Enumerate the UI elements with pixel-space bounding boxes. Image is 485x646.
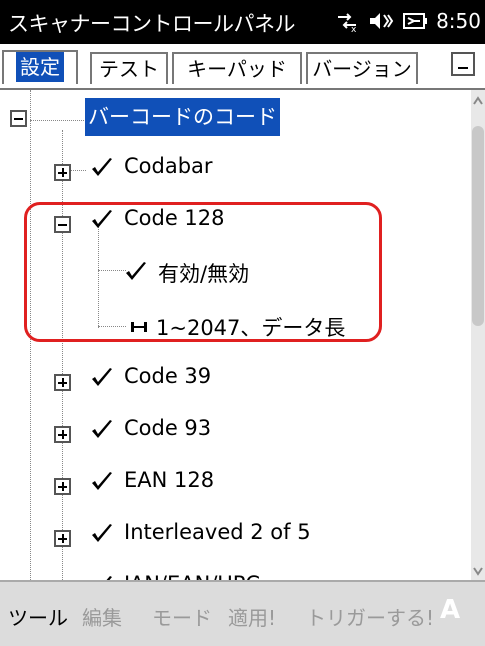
checkbox-checked-icon[interactable] xyxy=(90,522,114,546)
clock[interactable]: 8:50 xyxy=(436,9,481,33)
tree-line xyxy=(30,120,84,121)
tree-line xyxy=(98,326,126,327)
checkbox-checked-icon[interactable] xyxy=(124,260,148,284)
tab-test-label: テスト xyxy=(99,57,159,81)
checkbox-checked-icon[interactable] xyxy=(90,208,114,232)
keyboard-toggle-icon[interactable]: A xyxy=(440,595,460,625)
tree-line xyxy=(98,224,99,328)
tree-item-label: 1~2047、データ長 xyxy=(156,316,346,340)
range-icon xyxy=(131,322,147,332)
tree-item-label: Code 39 xyxy=(124,364,212,388)
menu-edit[interactable]: 編集 xyxy=(82,602,122,631)
expand-toggle[interactable] xyxy=(54,530,71,547)
menu-apply[interactable]: 適用! xyxy=(228,602,276,631)
tab-version[interactable]: バージョン xyxy=(306,52,418,84)
tab-strip: 設定 テスト キーパッドへ バージョン xyxy=(0,44,485,111)
scroll-down-icon[interactable] xyxy=(471,560,485,580)
minimize-button[interactable] xyxy=(451,52,475,76)
scroll-up-icon[interactable] xyxy=(471,90,485,112)
checkbox-checked-icon[interactable] xyxy=(90,366,114,390)
vertical-scrollbar[interactable] xyxy=(471,90,485,580)
tree-root-label[interactable]: バーコードのコード xyxy=(85,98,280,136)
connection-icon[interactable]: x xyxy=(334,8,360,34)
collapse-root-toggle[interactable] xyxy=(10,110,27,127)
tree-line xyxy=(30,90,31,580)
tree-view[interactable]: バーコードのコード Codabar Code 128 有効/無効 1~2047、… xyxy=(0,88,485,580)
tree-item-label: EAN 128 xyxy=(124,468,215,492)
menu-bar: ツール 編集 モード 適用! トリガーする! A xyxy=(0,580,485,646)
expand-toggle[interactable] xyxy=(54,426,71,443)
tree-item-label: Codabar xyxy=(124,154,213,178)
window-title: スキャナーコントロールパネル xyxy=(8,12,296,36)
tree-line xyxy=(62,130,63,580)
expand-toggle[interactable] xyxy=(54,164,71,181)
expand-toggle[interactable] xyxy=(54,374,71,391)
menu-tools[interactable]: ツール xyxy=(8,602,68,631)
checkbox-checked-icon[interactable] xyxy=(90,470,114,494)
expand-toggle[interactable] xyxy=(54,478,71,495)
tree-item-label: JAN/EAN/UPC xyxy=(124,572,260,580)
menu-trigger[interactable]: トリガーする! xyxy=(306,602,434,631)
title-bar: スキャナーコントロールパネル x 8:50 xyxy=(0,0,485,44)
status-area: x 8:50 xyxy=(334,8,481,34)
menu-mode[interactable]: モード xyxy=(152,602,212,631)
tree-item-label: 有効/無効 xyxy=(158,262,250,286)
volume-icon[interactable] xyxy=(368,8,394,34)
svg-text:x: x xyxy=(351,25,357,33)
checkbox-checked-icon[interactable] xyxy=(90,156,114,180)
tree-item-label: Code 93 xyxy=(124,416,212,440)
scrollbar-thumb[interactable] xyxy=(472,126,484,326)
checkbox-checked-icon[interactable] xyxy=(90,418,114,442)
tree-item-label: Interleaved 2 of 5 xyxy=(124,520,311,544)
battery-icon[interactable] xyxy=(402,8,428,34)
tree-item-label: Code 128 xyxy=(124,206,225,230)
tab-settings-label: 設定 xyxy=(16,52,64,82)
tab-settings[interactable]: 設定 xyxy=(2,50,78,84)
tab-keypad[interactable]: キーパッドへ xyxy=(172,52,302,111)
collapse-toggle[interactable] xyxy=(54,216,71,233)
tab-version-label: バージョン xyxy=(312,57,412,81)
tree-line xyxy=(98,270,126,271)
tab-test[interactable]: テスト xyxy=(90,52,168,84)
